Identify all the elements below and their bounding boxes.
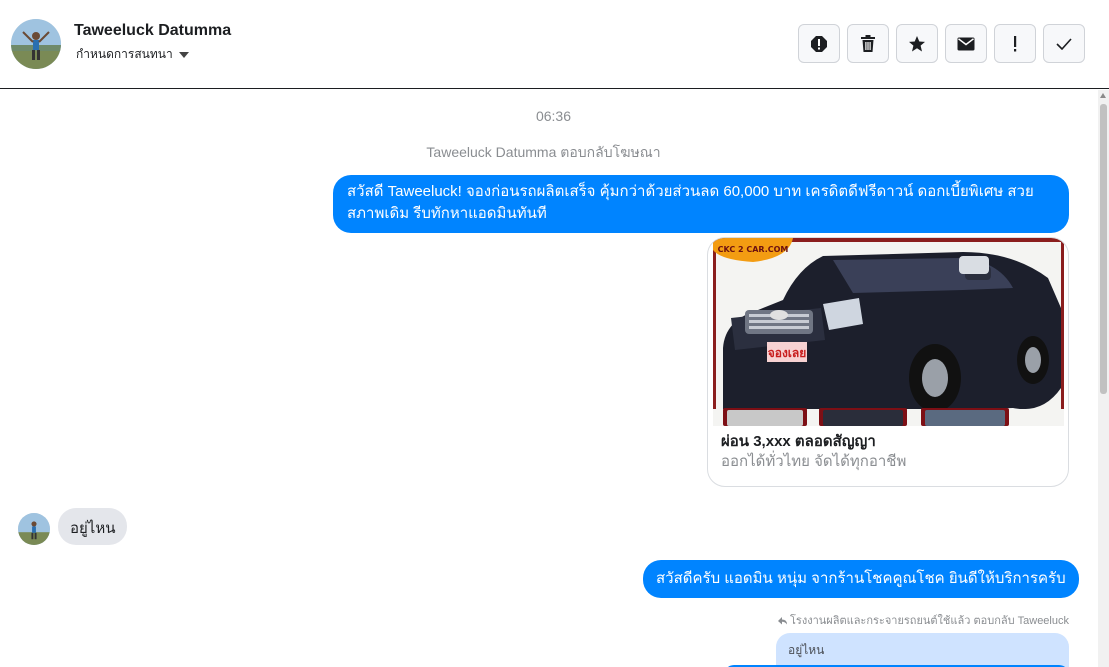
envelope-icon: [957, 37, 975, 50]
incoming-message[interactable]: อยู่ไหน: [58, 508, 128, 545]
star-button[interactable]: [896, 24, 938, 63]
reply-reference: โรงงานผลิตและกระจายรถยนต์ใช้แล้ว ตอบกลับ…: [777, 611, 1069, 629]
reply-arrow-icon: [778, 616, 788, 624]
action-toolbar: [798, 24, 1085, 63]
delete-button[interactable]: [847, 24, 889, 63]
spam-button[interactable]: [994, 24, 1036, 63]
star-icon: [909, 35, 925, 51]
conversation-header: Taweeluck Datumma กำหนดการสนทนา: [0, 0, 1109, 89]
assign-conversation-dropdown[interactable]: กำหนดการสนทนา: [76, 45, 189, 64]
scrollbar[interactable]: [1098, 90, 1109, 667]
message-thread[interactable]: 06:36 Taweeluck Datumma ตอบกลับโฆษณา สวั…: [0, 90, 1098, 667]
card-subtitle: ออกได้ทั่วไทย จัดได้ทุกอาชีพ: [721, 453, 907, 470]
contact-avatar[interactable]: [11, 19, 61, 69]
checkmark-icon: [1056, 37, 1072, 50]
caret-down-icon: [178, 52, 189, 58]
contact-avatar-small[interactable]: [18, 513, 50, 545]
card-image: CKC 2 CAR.COM จองเลย: [713, 238, 1064, 426]
card-badge: CKC 2 CAR.COM: [718, 245, 789, 254]
trash-icon: [861, 34, 875, 52]
mark-unread-button[interactable]: [945, 24, 987, 63]
card-sticker: จองเลย: [768, 346, 807, 360]
report-icon: [811, 35, 827, 52]
report-button[interactable]: [798, 24, 840, 63]
quoted-message: อยู่ไหน: [776, 633, 1069, 667]
contact-name: Taweeluck Datumma: [74, 22, 232, 39]
mark-done-button[interactable]: [1043, 24, 1085, 63]
ad-reply-note: Taweeluck Datumma ตอบกลับโฆษณา: [426, 144, 661, 160]
outgoing-message-2[interactable]: สวัสดีครับ แอดมิน หนุ่ม จากร้านโชคคูณโชค…: [643, 560, 1079, 598]
outgoing-message[interactable]: สวัสดี Taweeluck! จองก่อนรถผลิตเสร็จ คุ้…: [333, 175, 1069, 233]
exclamation-icon: [1014, 35, 1017, 51]
reply-reference-text: โรงงานผลิตและกระจายรถยนต์ใช้แล้ว ตอบกลับ…: [790, 615, 1069, 627]
ad-card[interactable]: CKC 2 CAR.COM จองเลย ผ่อน 3,xxx ตลอดสัญญ…: [707, 237, 1069, 487]
assign-conversation-label: กำหนดการสนทนา: [76, 47, 173, 61]
timestamp: 06:36: [535, 108, 572, 124]
scrollbar-thumb[interactable]: [1100, 104, 1107, 394]
scroll-up-icon[interactable]: [1100, 93, 1106, 98]
